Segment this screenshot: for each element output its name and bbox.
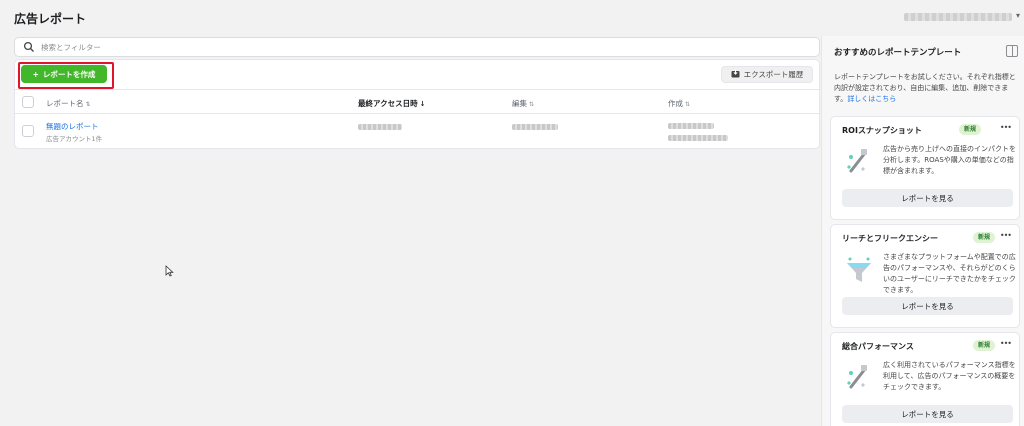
template-description: さまざまなプラットフォームや配置での広告のパフォーマンスや、それらがどのくらいの… (883, 253, 1016, 294)
template-card-reach: リーチとフリークエンシー 新規 ••• さまざまなプラットフォームや配置での広告… (830, 224, 1020, 328)
select-all-checkbox[interactable] (22, 96, 34, 108)
download-icon (731, 69, 740, 80)
more-icon[interactable]: ••• (1000, 123, 1012, 132)
sort-icon: ⇅ (685, 101, 691, 108)
funnel-illustration-icon (843, 255, 875, 287)
template-panel: おすすめのレポートテンプレート レポートテンプレートをお試しください。それぞれ指… (821, 36, 1024, 426)
template-title: リーチとフリークエンシー (842, 234, 938, 243)
sort-icon: ⇅ (85, 101, 91, 108)
table-toolbar: + レポートを作成 エクスポート履歴 (15, 60, 819, 90)
view-report-button[interactable]: レポートを見る (842, 297, 1013, 315)
template-description: 広く利用されているパフォーマンス指標を利用して、広告のパフォーマンスの概要をチェ… (883, 361, 1016, 391)
table-row[interactable]: 無題のレポート 広告アカウント1件 (15, 115, 819, 149)
last-access-value (358, 124, 402, 130)
template-card-roi: ROIスナップショット 新規 ••• 広告から売り上げへの直接のインパクトを分析… (830, 116, 1020, 220)
view-report-button[interactable]: レポートを見る (842, 405, 1013, 423)
column-header-created[interactable]: 作成 ⇅ (668, 98, 690, 109)
report-name-link[interactable]: 無題のレポート (46, 121, 99, 132)
reports-table: + レポートを作成 エクスポート履歴 レポート名 ⇅ 最終アクセス日時 ↓ 編集 ⇅ … (14, 59, 820, 149)
create-report-button[interactable]: + レポートを作成 (21, 65, 107, 83)
new-badge: 新規 (973, 340, 996, 351)
template-title: 総合パフォーマンス (842, 342, 914, 351)
report-account-count: 広告アカウント1件 (46, 135, 103, 143)
template-card-overall: 総合パフォーマンス 新規 ••• 広く利用されているパフォーマンス指標を利用して… (830, 332, 1020, 426)
search-icon (23, 41, 35, 55)
column-header-last-access[interactable]: 最終アクセス日時 ↓ (358, 98, 426, 109)
page-title: 広告レポート (14, 12, 87, 26)
panel-toggle-icon[interactable] (1006, 45, 1018, 57)
new-badge: 新規 (973, 232, 996, 243)
template-panel-title: おすすめのレポートテンプレート (834, 48, 962, 58)
roi-illustration-icon (843, 147, 875, 179)
template-panel-description: レポートテンプレートをお試しください。それぞれ指標と内訳が設定されており、自由に… (834, 73, 1016, 103)
search-input[interactable]: 検索とフィルター (14, 37, 820, 57)
created-date-value (668, 123, 714, 129)
account-selector[interactable] (904, 13, 1012, 21)
plus-icon: + (32, 69, 39, 79)
more-icon[interactable]: ••• (1000, 231, 1012, 240)
export-history-label: エクスポート履歴 (743, 70, 804, 79)
edit-value (512, 124, 558, 130)
template-description: 広告から売り上げへの直接のインパクトを分析します。ROASや購入の単価などの指標… (883, 145, 1016, 175)
new-badge: 新規 (959, 124, 982, 135)
sort-icon: ⇅ (529, 101, 535, 108)
row-checkbox[interactable] (22, 125, 34, 137)
performance-illustration-icon (843, 363, 875, 395)
column-header-edit[interactable]: 編集 ⇅ (512, 98, 534, 109)
table-header: レポート名 ⇅ 最終アクセス日時 ↓ 編集 ⇅ 作成 ⇅ (15, 90, 819, 114)
view-report-button[interactable]: レポートを見る (842, 189, 1013, 207)
search-placeholder: 検索とフィルター (41, 43, 101, 52)
sort-desc-icon: ↓ (419, 100, 426, 108)
mouse-cursor-icon (165, 265, 174, 279)
column-header-name[interactable]: レポート名 ⇅ (46, 98, 91, 109)
created-by-value (668, 135, 728, 141)
more-icon[interactable]: ••• (1000, 339, 1012, 348)
create-report-label: レポートを作成 (42, 69, 96, 79)
template-title: ROIスナップショット (842, 126, 922, 135)
learn-more-link[interactable]: 詳しくはこちら (847, 95, 896, 103)
chevron-down-icon[interactable]: ▾ (1016, 11, 1020, 20)
export-history-button[interactable]: エクスポート履歴 (721, 66, 813, 83)
reports-section: 検索とフィルター + レポートを作成 エクスポート履歴 レポート名 ⇅ 最終アクセ… (14, 37, 820, 149)
